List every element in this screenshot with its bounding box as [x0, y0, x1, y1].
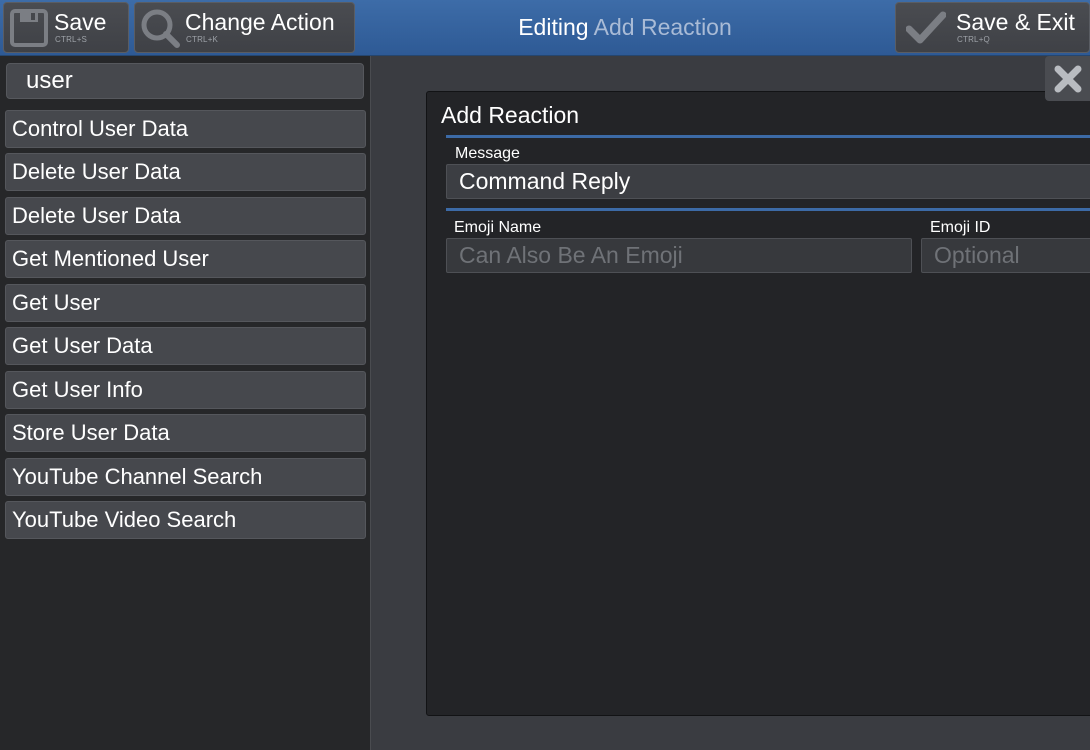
emoji-name-label: Emoji Name [454, 219, 542, 236]
title-divider [446, 135, 1090, 138]
action-list-item[interactable]: Get User Info [5, 371, 366, 409]
action-list-item[interactable]: Store User Data [5, 414, 366, 452]
save-exit-label: Save & Exit [956, 9, 1075, 35]
action-list-item[interactable]: Get User [5, 284, 366, 322]
action-list-item[interactable]: YouTube Video Search [5, 501, 366, 539]
action-list-item[interactable]: Get User Data [5, 327, 366, 365]
emoji-id-label: Emoji ID [930, 219, 991, 236]
save-label: Save [54, 9, 107, 35]
action-list-item[interactable]: YouTube Channel Search [5, 458, 366, 496]
save-button[interactable]: Save CTRL+S [3, 2, 129, 53]
emoji-name-input[interactable] [446, 238, 912, 273]
top-toolbar: Save CTRL+S Change Action CTRL+K Editing… [0, 0, 1090, 56]
save-exit-button[interactable]: Save & Exit CTRL+Q [895, 2, 1090, 53]
action-list-item[interactable]: Get Mentioned User [5, 240, 366, 278]
close-editor-button[interactable] [1045, 56, 1090, 101]
action-sidebar: Control User Data Delete User Data Delet… [0, 56, 371, 750]
save-shortcut: CTRL+S [55, 35, 88, 44]
action-editor-panel: Add Reaction Message Emoji Name Emoji ID [426, 91, 1090, 716]
message-label: Message [455, 145, 520, 162]
checkmark-icon [896, 3, 956, 52]
title-action: Add Reaction [593, 14, 732, 40]
action-search-input[interactable] [6, 63, 364, 99]
page-title: Editing Add Reaction [420, 13, 830, 41]
magnifier-icon [135, 3, 185, 52]
action-list-item[interactable]: Control User Data [5, 110, 366, 148]
save-exit-shortcut: CTRL+Q [957, 35, 990, 44]
fields-divider [446, 208, 1090, 211]
action-list-item[interactable]: Delete User Data [5, 153, 366, 191]
message-input[interactable] [446, 164, 1090, 199]
close-x-icon [1054, 65, 1081, 92]
action-list-item[interactable]: Delete User Data [5, 197, 366, 235]
change-action-label: Change Action [185, 9, 335, 35]
emoji-id-input[interactable] [921, 238, 1090, 273]
editor-title: Add Reaction [441, 102, 580, 128]
change-action-shortcut: CTRL+K [186, 35, 219, 44]
title-prefix: Editing [518, 14, 589, 40]
floppy-disk-icon [4, 3, 54, 52]
change-action-button[interactable]: Change Action CTRL+K [134, 2, 355, 53]
